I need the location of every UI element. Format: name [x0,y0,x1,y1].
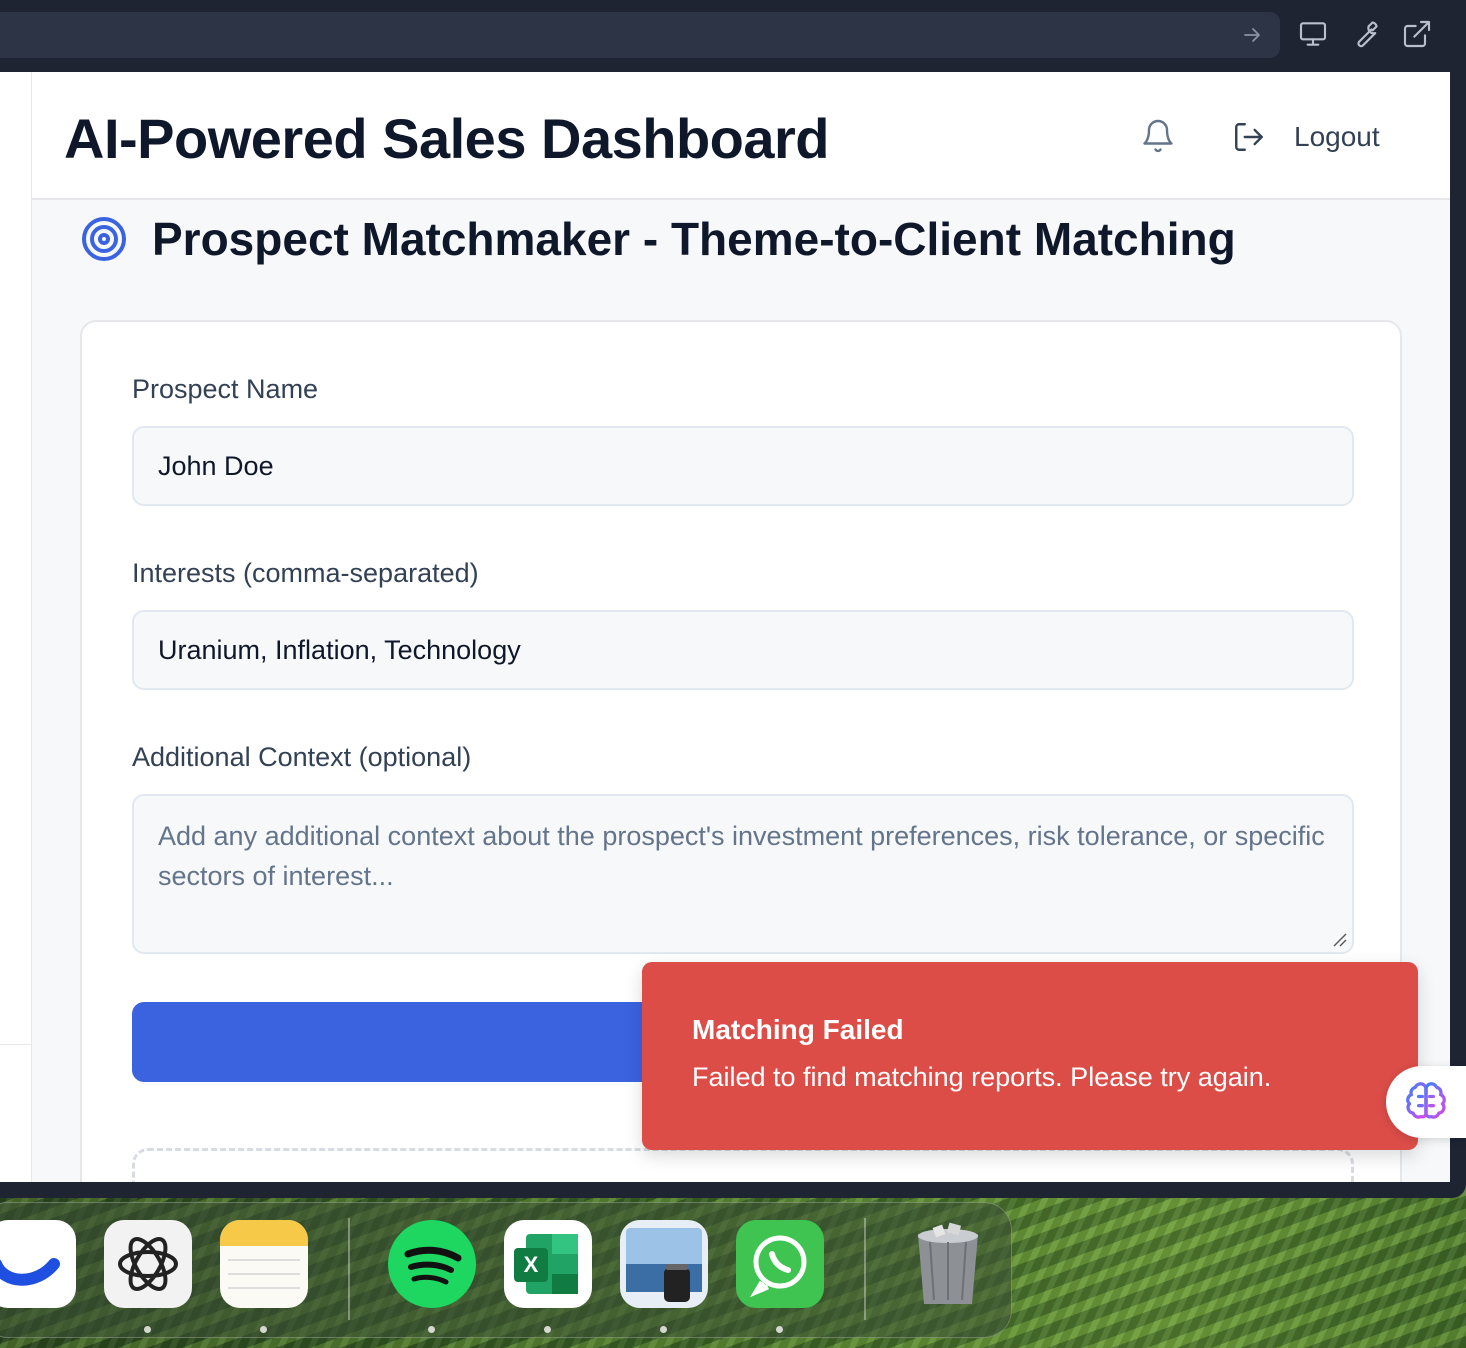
spotify-icon[interactable] [388,1220,476,1308]
monitor-icon[interactable] [1297,18,1329,50]
notes-icon[interactable] [220,1220,308,1308]
error-toast[interactable]: Matching Failed Failed to find matching … [642,962,1418,1150]
dock-separator [864,1218,866,1320]
logout-button[interactable]: Logout [1232,112,1412,162]
context-textarea[interactable]: Add any additional context about the pro… [132,794,1354,954]
svg-text:X: X [524,1252,539,1277]
running-indicator [544,1326,551,1333]
browser-toolbar [0,0,1466,72]
logout-label: Logout [1294,121,1380,152]
trash-icon[interactable] [904,1220,992,1308]
sidebar-divider [0,1044,32,1045]
prospect-name-label: Prospect Name [132,374,319,404]
dock-separator [348,1218,350,1320]
context-label: Additional Context (optional) [132,742,472,772]
chatgpt-icon[interactable] [104,1220,192,1308]
address-bar[interactable] [0,12,1280,58]
results-placeholder [132,1148,1354,1182]
running-indicator [260,1326,267,1333]
excel-icon[interactable]: X [504,1220,592,1308]
wrench-icon[interactable] [1349,18,1381,50]
toast-title: Matching Failed [692,1014,904,1045]
running-indicator [660,1326,667,1333]
app-header: AI-Powered Sales Dashboard Logout [32,72,1450,200]
ai-assistant-button[interactable] [1386,1066,1466,1138]
context-placeholder: Add any additional context about the pro… [158,821,1325,891]
section-title: Prospect Matchmaker - Theme-to-Client Ma… [152,213,1236,265]
interests-value: Uranium, Inflation, Technology [158,634,521,665]
resize-handle-icon[interactable] [1330,930,1348,948]
logout-icon [1235,123,1263,151]
external-link-icon[interactable] [1401,18,1433,50]
prospect-name-input[interactable]: John Doe [132,426,1354,506]
preview-icon[interactable] [620,1220,708,1308]
target-icon [82,217,126,261]
prospect-name-value: John Doe [158,450,274,481]
bell-icon[interactable] [1140,118,1176,154]
interests-input[interactable]: Uranium, Inflation, Technology [132,610,1354,690]
page-title: AI-Powered Sales Dashboard [64,107,830,170]
sidebar-edge [0,72,32,1182]
unknown-app-icon[interactable] [0,1220,76,1308]
section-heading: Prospect Matchmaker - Theme-to-Client Ma… [80,212,1236,266]
running-indicator [428,1326,435,1333]
whatsapp-icon[interactable] [736,1220,824,1308]
running-indicator [776,1326,783,1333]
toast-message: Failed to find matching reports. Please … [692,1062,1272,1092]
running-indicator [144,1326,151,1333]
brain-icon [1406,1082,1446,1119]
arrow-right-icon[interactable] [1240,23,1264,47]
interests-label: Interests (comma-separated) [132,558,479,588]
